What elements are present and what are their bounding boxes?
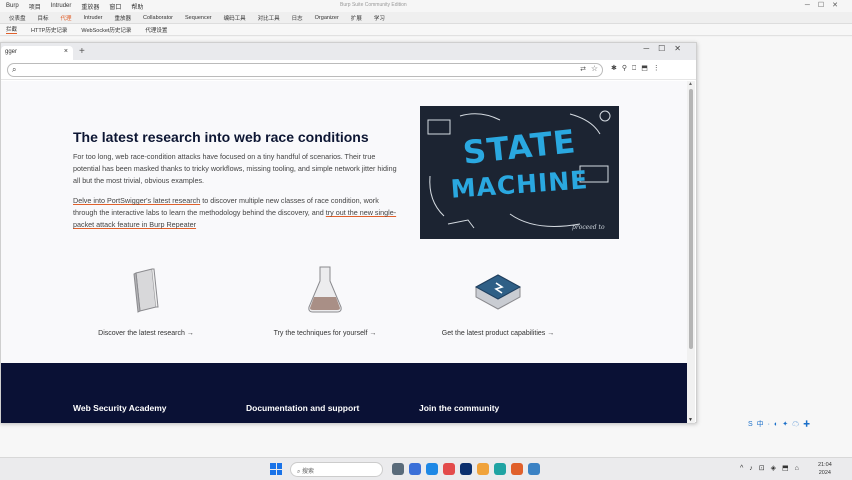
research-link[interactable]: Delve into PortSwigger's latest research xyxy=(73,196,200,205)
feature-product[interactable]: Get the latest product capabilities → xyxy=(418,265,578,337)
browser-tabbar: gger × + ─☐✕ xyxy=(1,43,696,60)
app-icon-dark[interactable] xyxy=(460,463,472,475)
address-bar[interactable]: ⌕ ⇄ ☆ xyxy=(7,63,603,77)
burp-main-tabs: 仪表盘 目标 代理 Intruder 重放器 Collaborator Sequ… xyxy=(0,12,852,24)
tab-sequencer[interactable]: Sequencer xyxy=(180,13,217,23)
window-controls[interactable]: ─☐✕ xyxy=(805,1,846,9)
image-doodle-text: proceed to xyxy=(572,224,605,231)
intro-paragraph: For too long, web race-condition attacks… xyxy=(73,152,397,185)
tab-repeater[interactable]: 重放器 xyxy=(110,12,137,24)
browser-app-icon[interactable] xyxy=(426,463,438,475)
proxy-subtabs: 拦截 HTTP历史记录 WebSocket历史记录 代理设置 xyxy=(0,24,852,36)
clock-time: 21:04 xyxy=(818,462,832,468)
extension-icons[interactable]: ✱⚲⎕⬒⋮ xyxy=(611,64,665,73)
start-button-icon[interactable] xyxy=(270,463,282,475)
bookmark-star-icon[interactable]: ☆ xyxy=(591,64,598,73)
menu-repeater[interactable]: 重放器 xyxy=(81,2,99,11)
tab-comparer[interactable]: 对比工具 xyxy=(253,12,285,24)
menu-intruder[interactable]: Intruder xyxy=(51,3,72,9)
clock[interactable]: 21:04 2024 xyxy=(818,461,832,477)
menu-help[interactable]: 帮助 xyxy=(131,2,143,11)
feature-research[interactable]: Discover the latest research → xyxy=(66,265,226,337)
app-icon-orange[interactable] xyxy=(477,463,489,475)
browser-window: gger × + ─☐✕ ⌕ ⇄ ☆ ✱⚲⎕⬒⋮ The latest rese… xyxy=(0,42,697,423)
research-paragraph: Delve into PortSwigger's latest research… xyxy=(73,195,398,231)
scroll-up-icon[interactable]: ▲ xyxy=(688,81,693,87)
app-icon-teal[interactable] xyxy=(494,463,506,475)
tab-decoder[interactable]: 编码工具 xyxy=(219,12,251,24)
tab-learn[interactable]: 学习 xyxy=(369,12,390,24)
translate-icon[interactable]: ⇄ xyxy=(580,65,586,73)
web-page: The latest research into web race condit… xyxy=(1,81,689,423)
menu-burp[interactable]: Burp xyxy=(6,3,19,9)
burp-menubar: Burp 项目 Intruder 重放器 窗口 帮助 Burp Suite Co… xyxy=(0,0,852,12)
site-footer: Web Security Academy Documentation and s… xyxy=(1,363,689,423)
tab-organizer[interactable]: Organizer xyxy=(310,13,344,23)
page-scrollbar[interactable]: ▲ ▼ xyxy=(687,81,695,423)
feature-techniques-label[interactable]: Try the techniques for yourself → xyxy=(245,330,405,337)
taskbar-search[interactable]: ⌕ 搜索 xyxy=(290,462,383,477)
tab-intruder[interactable]: Intruder xyxy=(79,13,108,23)
burp-app-icon[interactable] xyxy=(511,463,523,475)
clock-year: 2024 xyxy=(818,470,831,476)
book-icon xyxy=(133,268,159,313)
tab-dashboard[interactable]: 仪表盘 xyxy=(4,12,31,24)
taskbar-apps xyxy=(392,463,540,475)
scrollbar-thumb[interactable] xyxy=(689,89,693,349)
close-icon[interactable]: × xyxy=(64,48,68,55)
browser-tab-title: gger xyxy=(5,49,18,55)
task-view-icon[interactable] xyxy=(392,463,404,475)
flask-icon xyxy=(308,266,342,313)
tab-target[interactable]: 目标 xyxy=(33,12,54,24)
subtab-websocket-history[interactable]: WebSocket历史记录 xyxy=(81,26,131,34)
footer-community[interactable]: Join the community xyxy=(419,403,499,413)
app-icon-red[interactable] xyxy=(443,463,455,475)
search-icon: ⌕ xyxy=(12,65,17,74)
ime-toolbar[interactable]: S中·◐✦☁✚ xyxy=(748,419,814,429)
browser-toolbar: ⌕ ⇄ ☆ ✱⚲⎕⬒⋮ xyxy=(1,60,696,80)
tab-collaborator[interactable]: Collaborator xyxy=(138,13,178,23)
feature-product-label[interactable]: Get the latest product capabilities → xyxy=(418,330,578,337)
browser-tab[interactable]: gger × xyxy=(1,46,73,60)
feature-research-label[interactable]: Discover the latest research → xyxy=(66,330,226,337)
feature-techniques[interactable]: Try the techniques for yourself → xyxy=(245,265,405,337)
footer-docs[interactable]: Documentation and support xyxy=(246,403,359,413)
window-title: Burp Suite Community Edition xyxy=(340,2,407,8)
taskbar: ⌕ 搜索 ^♪⊡◈⬒⌂ 21:04 2024 xyxy=(0,457,852,480)
subtab-proxy-settings[interactable]: 代理设置 xyxy=(145,26,167,34)
menu-project[interactable]: 项目 xyxy=(29,2,41,11)
file-explorer-icon[interactable] xyxy=(409,463,421,475)
state-machine-image: STATE MACHINE proceed to xyxy=(420,106,619,239)
tab-extensions[interactable]: 扩展 xyxy=(346,12,367,24)
subtab-http-history[interactable]: HTTP历史记录 xyxy=(31,26,67,34)
tab-logger[interactable]: 日志 xyxy=(287,12,308,24)
subtab-intercept[interactable]: 拦截 xyxy=(6,25,18,34)
browser-window-controls[interactable]: ─☐✕ xyxy=(643,44,690,53)
menu-window[interactable]: 窗口 xyxy=(109,2,121,11)
scroll-down-icon[interactable]: ▼ xyxy=(688,417,693,423)
footer-academy[interactable]: Web Security Academy xyxy=(73,403,167,413)
tab-proxy[interactable]: 代理 xyxy=(56,12,77,24)
app-icon-blue[interactable] xyxy=(528,463,540,475)
system-tray[interactable]: ^♪⊡◈⬒⌂ xyxy=(740,464,805,472)
taskbar-search-text: 搜索 xyxy=(302,469,315,475)
new-tab-button[interactable]: + xyxy=(79,46,85,57)
burp-logo-icon xyxy=(474,274,522,310)
page-title: The latest research into web race condit… xyxy=(73,129,369,145)
